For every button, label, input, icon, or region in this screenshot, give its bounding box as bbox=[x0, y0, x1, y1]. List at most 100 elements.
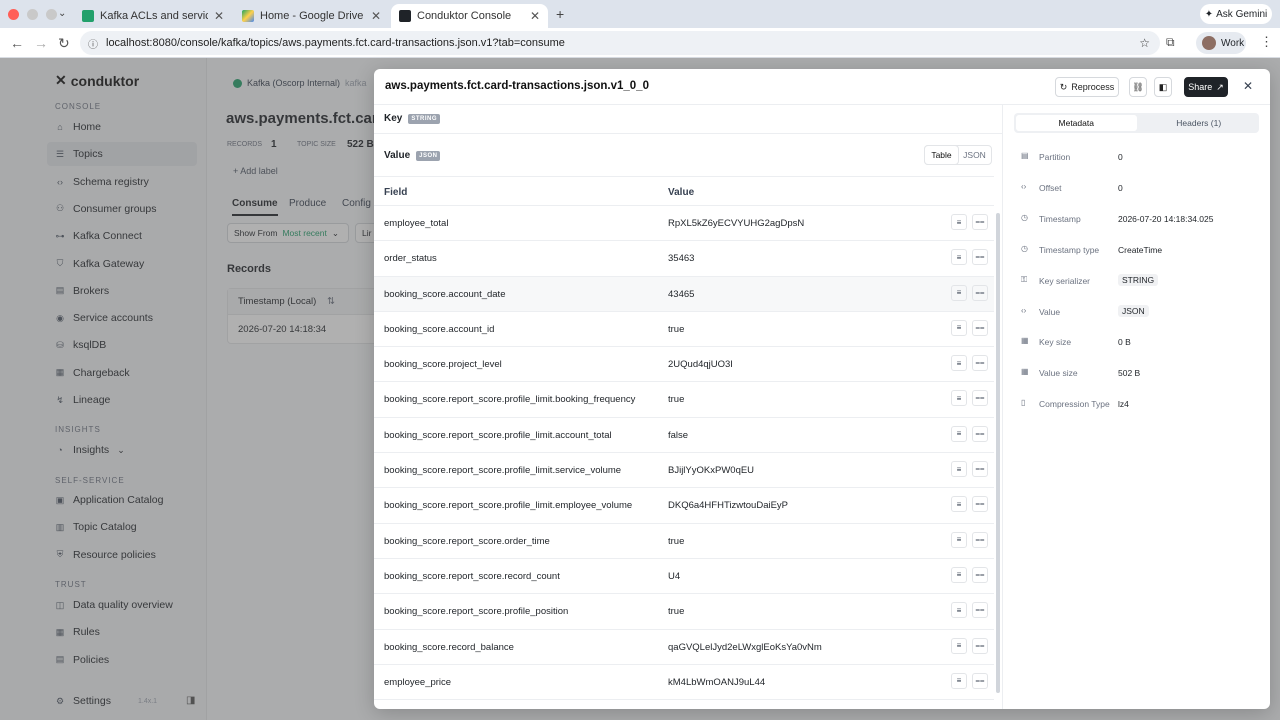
table-row[interactable]: booking_score.account_date 43465 ≡ ⩵ bbox=[374, 276, 994, 312]
field-name: booking_score.report_score.profile_limit… bbox=[384, 465, 622, 477]
table-row[interactable]: booking_score.project_level 2UQud4qjUO3I ≡… bbox=[374, 347, 994, 383]
tab-list-chevron-icon[interactable]: ⌄ bbox=[58, 8, 66, 19]
table-row[interactable]: booking_score.report_score.order_time tru… bbox=[374, 524, 994, 559]
field-name: employee_total bbox=[384, 218, 449, 229]
browser-tab[interactable]: Home - Google Drive ✕ bbox=[234, 4, 389, 28]
filter-icon[interactable]: ≡ bbox=[951, 637, 967, 654]
table-row[interactable]: booking_score.report_score.profile_limit… bbox=[374, 453, 994, 489]
bookmark-star-icon[interactable]: ☆ bbox=[1139, 36, 1150, 50]
reload-icon[interactable]: ↻ bbox=[58, 35, 70, 52]
table-row[interactable]: booking_score.report_score.record_count U… bbox=[374, 559, 994, 595]
filter-icon[interactable]: ≡ bbox=[951, 496, 967, 513]
fields-table-body: employee_total RpXL5kZ6yECVYUHG2agDpsN ≡ ⩵ o… bbox=[374, 206, 994, 701]
key-section: Key STRING bbox=[384, 113, 441, 124]
field-value: 2UQud4qjUO3I bbox=[668, 359, 733, 371]
tab-headers[interactable]: Headers (1) bbox=[1139, 113, 1260, 133]
filter-exclude-icon[interactable]: ⩵ bbox=[972, 602, 988, 619]
minimize-window-button[interactable] bbox=[27, 8, 38, 20]
share-label: Share bbox=[1188, 82, 1213, 92]
kebab-menu-icon[interactable]: ⋮ bbox=[1260, 34, 1273, 50]
filter-icon[interactable]: ≡ bbox=[951, 566, 967, 583]
metadata-row: ▦ Value size 502 B bbox=[1021, 367, 1261, 381]
table-row[interactable]: booking_score.account_id true ≡ ⩵ bbox=[374, 312, 994, 348]
filter-icon[interactable]: ≡ bbox=[951, 355, 967, 372]
filter-icon[interactable]: ≡ bbox=[951, 214, 967, 230]
table-row[interactable]: employee_total RpXL5kZ6yECVYUHG2agDpsN ≡ ⩵ bbox=[374, 206, 994, 242]
close-drawer-icon[interactable]: ✕ bbox=[1243, 79, 1253, 93]
filter-exclude-icon[interactable]: ⩵ bbox=[972, 496, 988, 513]
reprocess-button[interactable]: ↻ Reprocess bbox=[1055, 77, 1119, 97]
field-value: kM4LbWmOANJ9uL44 bbox=[668, 676, 766, 688]
filter-icon[interactable]: ≡ bbox=[951, 672, 967, 689]
field-value: BJijlYyOKxPW0qEU bbox=[668, 465, 755, 477]
view-table-button[interactable]: Table bbox=[925, 146, 958, 164]
copy-link-button[interactable]: ⛓ bbox=[1129, 77, 1147, 97]
browser-tab[interactable]: Kafka ACLs and service acco ✕ bbox=[74, 4, 232, 28]
clock-icon: ◷ bbox=[1021, 212, 1028, 222]
field-name: booking_score.project_level bbox=[384, 359, 502, 371]
extensions-icon[interactable]: ⧉ bbox=[1166, 35, 1175, 50]
table-row[interactable]: booking_score.record_balance qaGVQLelJyd2… bbox=[374, 630, 994, 665]
table-row[interactable]: order_status 35463 ≡ ⩵ bbox=[374, 241, 994, 277]
browser-tab-active[interactable]: Conduktor Console ✕ bbox=[391, 4, 548, 28]
filter-exclude-icon[interactable]: ⩵ bbox=[972, 214, 988, 230]
close-window-button[interactable] bbox=[8, 8, 19, 20]
value-column-header: Value bbox=[668, 187, 695, 198]
table-row[interactable]: booking_score.report_score.profile_limit… bbox=[374, 382, 994, 418]
key-label: Key bbox=[384, 113, 403, 124]
table-row[interactable]: booking_score.report_score.profile_limit… bbox=[374, 488, 994, 524]
table-row[interactable]: booking_score.report_score.profile_posit… bbox=[374, 594, 994, 630]
tab-metadata[interactable]: Metadata bbox=[1016, 115, 1137, 131]
metadata-row: ▯ Compression Type lz4 bbox=[1021, 398, 1261, 412]
close-tab-icon[interactable]: ✕ bbox=[530, 9, 540, 23]
window-controls bbox=[0, 8, 57, 20]
filter-icon[interactable]: ≡ bbox=[951, 319, 967, 336]
filter-exclude-icon[interactable]: ⩵ bbox=[972, 566, 988, 583]
filter-exclude-icon[interactable]: ⩵ bbox=[972, 355, 988, 372]
filter-exclude-icon[interactable]: ⩵ bbox=[972, 637, 988, 654]
field-column-header: Field bbox=[384, 187, 408, 198]
tab-title: Kafka ACLs and service acco bbox=[100, 10, 208, 22]
metadata-row: ▤ Partition 0 bbox=[1021, 151, 1261, 165]
metadata-row: ‹› Offset 0 bbox=[1021, 182, 1261, 196]
scrollbar[interactable] bbox=[996, 213, 1000, 693]
filter-exclude-icon[interactable]: ⩵ bbox=[972, 319, 988, 336]
filter-icon[interactable]: ≡ bbox=[951, 284, 967, 301]
filter-icon[interactable]: ≡ bbox=[951, 425, 967, 442]
toggle-panel-button[interactable]: ◧ bbox=[1154, 77, 1172, 97]
metadata-tabs: Metadata Headers (1) bbox=[1014, 113, 1259, 133]
close-tab-icon[interactable]: ✕ bbox=[214, 9, 224, 23]
filter-exclude-icon[interactable]: ⩵ bbox=[972, 672, 988, 689]
field-name: booking_score.report_score.profile_limit… bbox=[384, 429, 612, 441]
address-bar[interactable]: ⓘ localhost:8080/console/kafka/topics/aw… bbox=[80, 31, 1160, 55]
share-button[interactable]: Share ↗ bbox=[1184, 77, 1228, 97]
filter-exclude-icon[interactable]: ⩵ bbox=[972, 425, 988, 442]
reprocess-label: Reprocess bbox=[1071, 82, 1115, 92]
filter-icon[interactable]: ≡ bbox=[951, 390, 967, 407]
table-row[interactable]: employee_price kM4LbWmOANJ9uL44 ≡ ⩵ bbox=[374, 665, 994, 701]
filter-exclude-icon[interactable]: ⩵ bbox=[972, 531, 988, 548]
filter-exclude-icon[interactable]: ⩵ bbox=[972, 249, 988, 266]
ask-gemini-button[interactable]: ✦ Ask Gemini bbox=[1200, 4, 1272, 24]
metadata-label: Offset bbox=[1039, 182, 1062, 193]
field-value: true bbox=[668, 323, 685, 335]
filter-exclude-icon[interactable]: ⩵ bbox=[972, 461, 988, 478]
new-tab-button[interactable]: + bbox=[556, 6, 564, 22]
filter-icon[interactable]: ≡ bbox=[951, 602, 967, 619]
filter-exclude-icon[interactable]: ⩵ bbox=[972, 390, 988, 407]
forward-arrow-icon[interactable]: → bbox=[34, 35, 48, 51]
table-row[interactable]: booking_score.report_score.profile_limit… bbox=[374, 418, 994, 454]
site-info-icon[interactable]: ⓘ bbox=[88, 36, 98, 51]
maximize-window-button[interactable] bbox=[46, 8, 57, 20]
filter-exclude-icon[interactable]: ⩵ bbox=[972, 284, 988, 301]
filter-icon[interactable]: ≡ bbox=[951, 531, 967, 548]
back-arrow-icon[interactable]: ← bbox=[10, 35, 24, 51]
profile-button[interactable]: Work bbox=[1196, 32, 1246, 54]
close-tab-icon[interactable]: ✕ bbox=[371, 9, 381, 23]
view-json-button[interactable]: JSON bbox=[958, 146, 991, 164]
record-content-panel: Key STRING Value JSON Table JSON Field V… bbox=[374, 105, 1002, 709]
field-value: 35463 bbox=[668, 253, 695, 265]
filter-icon[interactable]: ≡ bbox=[951, 249, 967, 266]
external-link-icon: ↗ bbox=[1216, 81, 1224, 92]
filter-icon[interactable]: ≡ bbox=[951, 461, 967, 478]
